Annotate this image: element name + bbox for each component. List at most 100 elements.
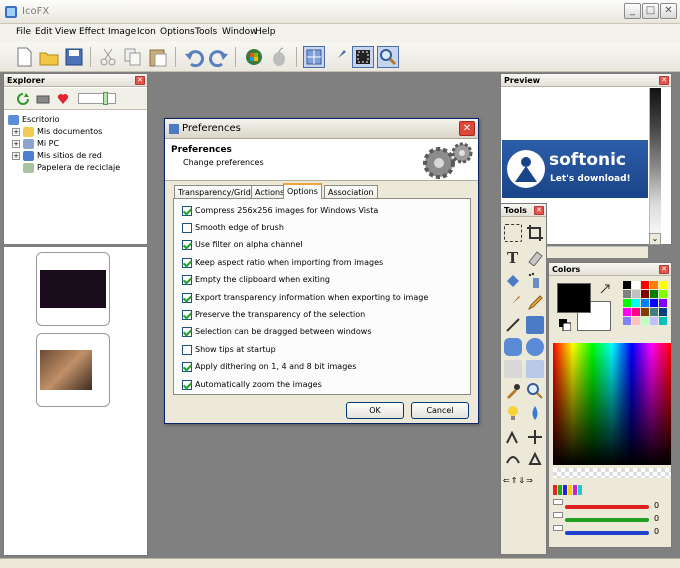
crop-icon[interactable] [526, 224, 544, 242]
maximize-button[interactable]: □ [642, 3, 659, 19]
option-selection-drag[interactable]: Selection can be dragged between windows [182, 326, 372, 338]
menu-view[interactable]: View [55, 27, 76, 37]
close-button[interactable]: ✕ [660, 3, 677, 19]
checkbox[interactable] [182, 205, 192, 216]
apple-icon[interactable] [268, 46, 290, 68]
palette-swatch[interactable] [659, 299, 667, 307]
brush-tool-icon[interactable] [328, 46, 350, 68]
burn-icon[interactable] [504, 450, 522, 468]
dialog-close-button[interactable]: ✕ [459, 121, 475, 136]
color-spectrum[interactable] [553, 343, 671, 465]
color-palette[interactable] [623, 281, 671, 329]
palette-swatch[interactable] [650, 308, 658, 316]
ok-button[interactable]: OK [346, 402, 404, 419]
rounded-rect-icon[interactable] [504, 338, 522, 356]
slider-handle[interactable] [553, 525, 563, 531]
hand-icon[interactable] [526, 450, 544, 468]
menu-effect[interactable]: Effect [79, 27, 105, 37]
preview-close-icon[interactable]: ✕ [659, 76, 669, 85]
menu-tools[interactable]: Tools [195, 27, 217, 37]
tree-item-mis-documentos[interactable]: + Mis documentos [12, 126, 102, 138]
windows-icon[interactable] [243, 46, 265, 68]
rectangle-icon[interactable] [526, 316, 544, 334]
cancel-button[interactable]: Cancel [411, 402, 469, 419]
checkbox[interactable] [182, 361, 192, 372]
menu-file[interactable]: File [16, 27, 31, 37]
tree-item-mi-pc[interactable]: + Mi PC [12, 138, 59, 150]
line-icon[interactable] [504, 316, 522, 334]
palette-swatch[interactable] [623, 281, 631, 289]
checkbox[interactable] [182, 257, 192, 268]
undo-icon[interactable] [183, 46, 205, 68]
magnifier-icon[interactable] [526, 382, 544, 400]
checkbox[interactable] [182, 326, 192, 337]
tab-transparency-grid[interactable]: Transparency/Grid [174, 185, 255, 199]
colors-close-icon[interactable]: ✕ [659, 265, 669, 274]
eyedropper-icon[interactable] [504, 382, 522, 400]
menu-icon[interactable]: Icon [137, 27, 156, 37]
open-folder-icon[interactable] [38, 46, 60, 68]
zoom-icon[interactable] [377, 46, 399, 68]
menu-options[interactable]: Options [160, 27, 195, 37]
new-file-icon[interactable] [13, 46, 35, 68]
tree-item-papelera[interactable]: Papelera de reciclaje [23, 162, 120, 174]
paste-icon[interactable] [147, 46, 169, 68]
marquee-select-icon[interactable] [504, 224, 522, 242]
palette-swatch[interactable] [641, 299, 649, 307]
tab-options[interactable]: Options [283, 183, 322, 199]
palette-swatch[interactable] [659, 281, 667, 289]
menu-window[interactable]: Window [222, 27, 258, 37]
save-icon[interactable] [63, 46, 85, 68]
palette-swatch[interactable] [641, 317, 649, 325]
checkbox[interactable] [182, 379, 192, 390]
lightbulb-icon[interactable] [504, 404, 522, 422]
brush-icon[interactable] [504, 294, 522, 312]
pencil-icon[interactable] [526, 294, 544, 312]
blur-icon[interactable] [504, 360, 522, 378]
checkbox[interactable] [182, 309, 192, 320]
menu-help[interactable]: Help [255, 27, 276, 37]
palette-swatch[interactable] [632, 290, 640, 298]
fill-bucket-icon[interactable] [504, 272, 522, 290]
scroll-down-icon[interactable]: ⌄ [649, 233, 661, 245]
checkbox[interactable] [182, 239, 192, 250]
explorer-close-icon[interactable]: ✕ [135, 76, 145, 85]
water-drop-icon[interactable] [526, 404, 544, 422]
option-keep-aspect[interactable]: Keep aspect ratio when importing from im… [182, 257, 383, 269]
text-icon[interactable]: T [504, 248, 522, 267]
palette-swatch[interactable] [623, 299, 631, 307]
thumbnail-size-slider[interactable] [78, 92, 116, 105]
drive-icon[interactable] [36, 92, 50, 106]
palette-swatch[interactable] [632, 281, 640, 289]
smudge-icon[interactable] [504, 428, 522, 446]
spray-icon[interactable] [526, 272, 544, 290]
thumbnail-item[interactable] [36, 252, 110, 326]
redo-icon[interactable] [208, 46, 230, 68]
tools-close-icon[interactable]: ✕ [534, 206, 544, 215]
dodge-icon[interactable] [526, 428, 544, 446]
grid-view-icon[interactable] [303, 46, 325, 68]
option-compress-256[interactable]: Compress 256x256 images for Windows Vist… [182, 205, 378, 217]
eraser-icon[interactable] [526, 248, 544, 267]
green-slider[interactable] [565, 518, 649, 522]
color-history-icon[interactable] [553, 483, 587, 497]
palette-swatch[interactable] [623, 317, 631, 325]
blue-slider[interactable] [565, 531, 649, 535]
minimize-button[interactable]: _ [624, 3, 641, 19]
palette-swatch[interactable] [650, 290, 658, 298]
checkbox[interactable] [182, 344, 192, 355]
palette-swatch[interactable] [632, 317, 640, 325]
palette-swatch[interactable] [632, 299, 640, 307]
palette-swatch[interactable] [641, 290, 649, 298]
tree-item-escritorio[interactable]: Escritorio [8, 114, 60, 126]
checkbox[interactable] [182, 274, 192, 285]
tree-item-mis-sitios-de-red[interactable]: + Mis sitios de red [12, 150, 102, 162]
palette-swatch[interactable] [659, 290, 667, 298]
thumbnail-item[interactable] [36, 333, 110, 407]
cut-icon[interactable] [97, 46, 119, 68]
favorites-heart-icon[interactable] [56, 92, 70, 106]
red-slider[interactable] [565, 505, 649, 509]
preview-scrollbar[interactable] [649, 88, 661, 244]
palette-swatch[interactable] [641, 308, 649, 316]
option-auto-zoom[interactable]: Automatically zoom the images [182, 379, 322, 391]
